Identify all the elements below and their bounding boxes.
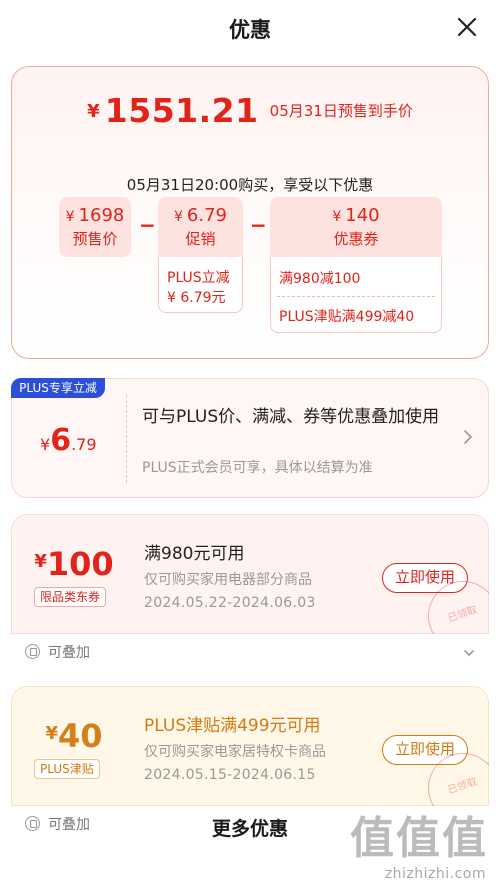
promo-detail: PLUS立减 ¥ 6.79元 [158,257,243,313]
coupon-body: ¥100 限品类东券 满980元可用 仅可购买家用电器部分商品 2024.05.… [11,514,489,661]
promo-detail-line1: PLUS立减 [167,270,230,286]
final-price-amount: 1551.21 [104,91,259,130]
presale-price-box: ¥1698 预售价 [59,197,131,257]
plus-badge: PLUS专享立减 [11,378,105,398]
coupon-scope: 仅可购买家电家居特权卡商品 [144,744,326,760]
coupon-total-label: 优惠券 [333,230,379,248]
coupon-detail: 满980减100 PLUS津贴满499减40 [270,257,442,333]
plus-amount: ¥6.79 [40,423,97,458]
close-icon[interactable] [456,16,478,38]
promo-detail-line2: ¥ 6.79元 [167,290,226,306]
coupon-validity: 2024.05.22-2024.06.03 [144,595,316,611]
page-title: 优惠 [229,18,271,42]
coupon-type-tag: PLUS津贴 [34,759,100,779]
summary-subtitle: 05月31日20:00购买，享受以下优惠 [126,176,374,194]
stackable-label: 可叠加 [25,642,90,662]
coupon-detail-line2: PLUS津贴满499减40 [279,309,415,325]
promo-label: 促销 [185,230,216,248]
discount-sheet: ¥ 1551.21 05月31日预售到手价 05月31日20:00购买，享受以下… [0,56,500,895]
coupon-amount: ¥100 [34,545,114,583]
coupon-body: ¥40 PLUS津贴 PLUS津贴满499元可用 仅可购买家电家居特权卡商品 2… [11,686,489,833]
coupon-amount: ¥40 [45,717,103,755]
coupon-detail-line1: 满980减100 [279,271,361,287]
dashed-divider [277,296,435,297]
coupon-scope: 仅可购买家用电器部分商品 [144,572,312,588]
coupon-title: PLUS津贴满499元可用 [144,716,321,736]
presale-label: 预售价 [72,230,118,248]
promo-box: ¥6.79 促销 [158,197,243,257]
header: 优惠 [0,0,500,56]
plus-description: 可与PLUS价、满减、券等优惠叠加使用 [142,407,440,427]
coupon-total-box: ¥140 优惠券 [270,197,442,257]
final-price: ¥ 1551.21 05月31日预售到手价 [12,91,488,130]
coupon-validity: 2024.05.15-2024.06.15 [144,767,316,783]
coupon-type-tag: 限品类东券 [34,587,107,607]
coupon-card: ¥100 限品类东券 满980元可用 仅可购买家用电器部分商品 2024.05.… [11,514,489,674]
price-summary-card: ¥ 1551.21 05月31日预售到手价 05月31日20:00购买，享受以下… [11,66,489,359]
coupon-title: 满980元可用 [144,544,245,564]
minus-sign: − [250,213,267,237]
site-watermark-url: zhizhizhi.com [384,866,486,882]
plus-subtext: PLUS正式会员可享，具体以结算为准 [142,460,373,476]
presale-value: 1698 [78,205,125,226]
promo-value: 6.79 [186,205,227,226]
plus-discount-card[interactable]: PLUS专享立减 ¥6.79 可与PLUS价、满减、券等优惠叠加使用 PLUS正… [11,378,489,498]
coupon-total-value: 140 [345,205,380,226]
chevron-right-icon[interactable] [462,427,474,447]
stack-icon [25,644,40,659]
price-note: 05月31日预售到手价 [269,102,413,120]
dashed-divider [126,395,127,483]
chevron-down-icon[interactable] [463,648,475,658]
site-watermark: 值值值 [350,813,488,864]
currency-symbol: ¥ [87,101,100,122]
minus-sign: − [139,213,156,237]
